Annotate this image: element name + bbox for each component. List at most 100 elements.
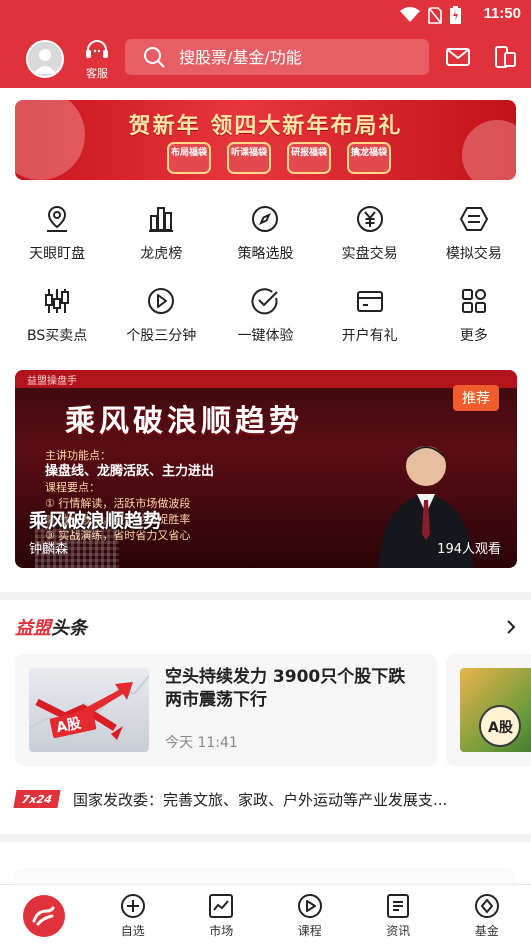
func-label: 个股三分钟	[126, 328, 197, 344]
func-label: 更多	[459, 328, 488, 344]
section-divider	[0, 592, 531, 600]
battery-charging-icon	[450, 6, 461, 24]
course-points-title: 主讲功能点：	[45, 449, 111, 462]
func-label: 模拟交易	[445, 246, 502, 262]
flash-text: 国家发改委：完善文旅、家政、户外运动等产业发展支...	[73, 790, 448, 809]
nav-home[interactable]	[0, 885, 89, 944]
func-strategy[interactable]: 策略选股	[213, 200, 317, 282]
course-title: 乘风破浪顺趋势	[29, 510, 163, 532]
document-icon	[387, 894, 410, 918]
promo-banner[interactable]: 贺新年 领四大新年布局礼 布局福袋 听课福袋 研报福袋 擒龙福袋	[15, 100, 516, 180]
course-logo: 益盟操盘手	[27, 376, 77, 387]
func-more[interactable]: 更多	[422, 282, 526, 364]
news-thumbnail: A股	[460, 668, 531, 752]
func-label: BS买卖点	[26, 328, 88, 344]
nav-news[interactable]: 资讯	[354, 885, 443, 944]
chart-line-icon	[209, 894, 234, 918]
func-sim-trade[interactable]: 模拟交易	[422, 200, 526, 282]
nav-label: 课程	[297, 924, 322, 938]
banner-tags: 布局福袋 听课福袋 研报福袋 擒龙福袋	[167, 142, 391, 174]
building-icon	[149, 207, 174, 232]
avatar[interactable]	[26, 40, 64, 78]
plus-circle-icon	[120, 894, 145, 918]
nav-watchlist[interactable]: 自选	[89, 885, 178, 944]
compass-icon	[252, 206, 279, 232]
flash-badge: 7x24	[13, 790, 61, 808]
nav-fund[interactable]: 基金	[443, 885, 531, 944]
course-key-title: 课程要点：	[45, 481, 100, 494]
news-card[interactable]: A股 空头持续发力 3900只个股下跌 两市震荡下行 今天 11:41	[15, 654, 437, 766]
function-grid: 天眼盯盘 龙虎榜 策略选股 实盘交易 模拟交易 BS买卖点 个股三分钟 一键体验…	[5, 200, 526, 364]
customer-service-button[interactable]: 客服	[82, 40, 112, 81]
func-label: 实盘交易	[341, 246, 398, 262]
home-logo-icon	[32, 906, 55, 926]
func-tianyan[interactable]: 天眼盯盘	[5, 200, 109, 282]
func-one-click[interactable]: 一键体验	[213, 282, 317, 364]
course-points: 操盘线、龙腾活跃、主力进出	[45, 464, 215, 479]
func-open-account[interactable]: 开户有礼	[318, 282, 422, 364]
yen-icon	[356, 206, 383, 232]
news-card-title: 空头持续发力 3900只个股下跌 两市震荡下行	[165, 667, 406, 710]
status-time: 11:50	[483, 5, 521, 22]
phone-tablet-icon	[495, 46, 516, 68]
customer-service-label: 客服	[86, 67, 108, 80]
func-label: 一键体验	[237, 328, 294, 344]
map-pin-icon	[47, 205, 68, 232]
status-icons	[400, 6, 461, 24]
banner-title: 贺新年 领四大新年布局礼	[128, 114, 403, 139]
chevron-right-icon[interactable]	[505, 618, 517, 636]
news-card[interactable]: A股	[446, 654, 531, 766]
course-top-bar: 益盟操盘手	[15, 370, 517, 388]
device-button[interactable]	[492, 44, 518, 70]
search-bar[interactable]	[125, 39, 429, 75]
wallet-icon	[356, 291, 383, 312]
section-divider	[0, 834, 531, 842]
nav-label: 资讯	[386, 924, 411, 938]
mail-icon	[446, 48, 470, 66]
play-circle-icon	[148, 288, 175, 314]
nav-course[interactable]: 课程	[266, 885, 355, 944]
stock-chart-image: A股	[29, 675, 149, 740]
func-label: 龙虎榜	[140, 246, 183, 262]
grid-more-icon	[461, 289, 486, 313]
banner-tag: 擒龙福袋	[347, 142, 391, 174]
func-label: 策略选股	[237, 246, 294, 262]
check-circle-icon	[252, 288, 279, 315]
news-section-header[interactable]: 益盟头条	[15, 614, 521, 644]
nav-label: 基金	[474, 924, 499, 938]
candlestick-icon	[45, 289, 70, 313]
user-icon	[33, 49, 57, 74]
headset-icon	[86, 40, 108, 58]
app-header: 客服	[0, 30, 531, 88]
a-share-coin-image: A股	[479, 705, 521, 747]
flash-news[interactable]: 7x24 国家发改委：完善文旅、家政、户外运动等产业发展支...	[13, 786, 521, 812]
news-section-title: 益盟头条	[15, 618, 87, 639]
bottom-nav: 自选 市场 课程 资讯 基金	[0, 884, 531, 944]
function-row: BS买卖点 个股三分钟 一键体验 开户有礼 更多	[5, 282, 526, 364]
hexagon-swap-icon	[459, 207, 488, 231]
recommend-badge: 推荐	[453, 385, 499, 411]
status-bar: 11:50	[0, 0, 531, 30]
banner-tag: 研报福袋	[287, 142, 331, 174]
func-stock-3min[interactable]: 个股三分钟	[109, 282, 213, 364]
func-bs-points[interactable]: BS买卖点	[5, 282, 109, 364]
course-views: 194人观看	[437, 542, 501, 557]
message-button[interactable]	[445, 44, 471, 70]
nav-label: 自选	[120, 924, 145, 938]
func-label: 开户有礼	[341, 328, 398, 344]
course-card[interactable]: 益盟操盘手 乘风破浪顺趋势 主讲功能点： 操盘线、龙腾活跃、主力进出 课程要点：…	[15, 370, 517, 568]
thumb-label: A股	[488, 720, 514, 736]
banner-tag: 布局福袋	[167, 142, 211, 174]
home-button[interactable]	[23, 895, 66, 937]
nav-label: 市场	[209, 924, 234, 938]
func-label: 天眼盯盘	[29, 246, 86, 262]
news-card-time: 今天 11:41	[165, 735, 238, 751]
nav-market[interactable]: 市场	[177, 885, 266, 944]
function-row: 天眼盯盘 龙虎榜 策略选股 实盘交易 模拟交易	[5, 200, 526, 282]
search-input[interactable]	[179, 47, 409, 67]
func-real-trade[interactable]: 实盘交易	[318, 200, 422, 282]
course-teacher: 钟麟森	[29, 542, 69, 557]
news-thumbnail: A股	[29, 668, 149, 752]
play-circle-icon	[297, 894, 322, 918]
func-longhubang[interactable]: 龙虎榜	[109, 200, 213, 282]
